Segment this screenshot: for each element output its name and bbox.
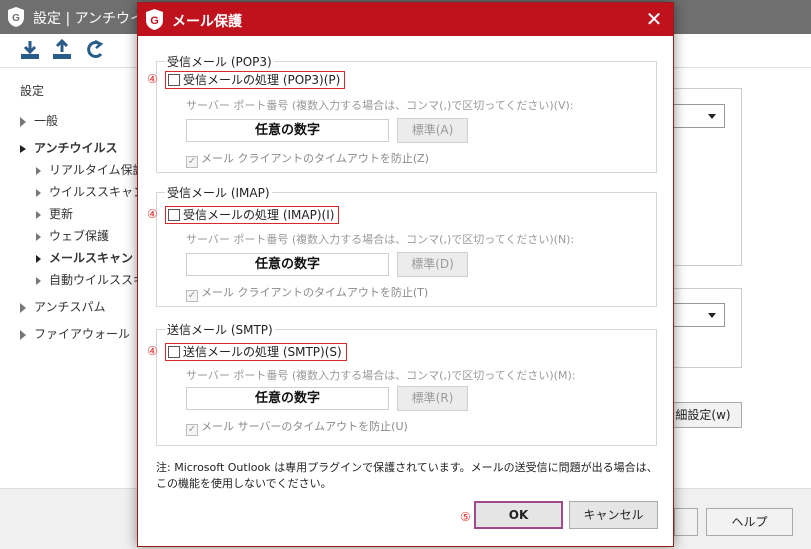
advanced-settings-button[interactable]: 細設定(w): [664, 402, 742, 428]
expand-arrow-icon: [36, 276, 41, 285]
pop3-group: 受信メール (POP3) ④ 受信メールの処理 (POP3)(P) サーバー ポ…: [147, 53, 657, 173]
expand-arrow-icon: [36, 232, 41, 241]
imap-timeout-checkbox[interactable]: ✓ メール クライアントのタイムアウトを防止(T): [186, 284, 428, 302]
mail-protection-dialog: G メール保護 ✕ 受信メール (POP3) ④ 受信メールの処理 (POP3)…: [137, 2, 674, 547]
nav-heading-settings: 設定: [20, 84, 45, 98]
checkbox-box: [168, 74, 180, 86]
checkmark-icon: ✓: [186, 424, 198, 436]
chevron-down-icon: [708, 114, 716, 119]
nav-item-realtime[interactable]: リアルタイム保護: [36, 161, 145, 178]
gdata-logo-icon: G: [146, 9, 163, 30]
expand-arrow-icon: [36, 188, 41, 197]
pop3-legend: 受信メール (POP3): [165, 53, 274, 70]
smtp-legend: 送信メール (SMTP): [165, 321, 275, 338]
svg-text:G: G: [12, 13, 20, 24]
ok-button[interactable]: OK: [474, 501, 563, 529]
cancel-button[interactable]: キャンセル: [569, 501, 658, 529]
imap-port-label: サーバー ポート番号 (複数入力する場合は、コンマ(,)で区切ってください)(N…: [186, 233, 575, 246]
svg-text:G: G: [150, 15, 159, 27]
nav-item-realtime-label: リアルタイム保護: [49, 163, 145, 177]
smtp-process-checkbox[interactable]: 送信メールの処理 (SMTP)(S): [165, 343, 347, 361]
close-icon[interactable]: ✕: [643, 8, 665, 30]
imap-standard-button[interactable]: 標準(D): [397, 252, 468, 277]
nav-item-general[interactable]: 一般: [20, 112, 58, 129]
nav-item-general-label: 一般: [34, 114, 59, 128]
checkbox-box: [168, 346, 180, 358]
nav-item-virusscan-label: ウイルススキャン: [49, 185, 146, 199]
dialog-titlebar: G メール保護 ✕: [138, 3, 673, 36]
imap-process-checkbox[interactable]: 受信メールの処理 (IMAP)(I): [165, 206, 340, 224]
imap-port-input[interactable]: 任意の数字: [186, 253, 389, 276]
expand-arrow-icon: [20, 329, 26, 340]
checkmark-icon: ✓: [186, 156, 198, 168]
smtp-port-label: サーバー ポート番号 (複数入力する場合は、コンマ(,)で区切ってください)(M…: [186, 369, 576, 382]
nav-item-antispam-label: アンチスパム: [34, 300, 106, 314]
step-marker-4: ④: [147, 344, 158, 358]
nav-item-update-label: 更新: [49, 207, 74, 221]
nav-item-firewall[interactable]: ファイアウォール: [20, 325, 130, 342]
nav-item-webprotect-label: ウェブ保護: [49, 229, 110, 243]
pop3-timeout-label: メール クライアントのタイムアウトを防止(Z): [201, 152, 429, 165]
imap-group: 受信メール (IMAP) ④ 受信メールの処理 (IMAP)(I) サーバー ポ…: [147, 184, 657, 307]
nav-item-antivirus[interactable]: アンチウイルス: [20, 139, 118, 156]
pop3-port-label: サーバー ポート番号 (複数入力する場合は、コンマ(,)で区切ってください)(V…: [186, 99, 574, 112]
background-dropdown-2[interactable]: [665, 303, 725, 327]
nav-item-mailscan[interactable]: メールスキャン: [36, 249, 133, 266]
pop3-process-label: 受信メールの処理 (POP3)(P): [183, 73, 341, 87]
expand-arrow-icon: [36, 166, 41, 175]
step-marker-4: ④: [147, 207, 158, 221]
upload-icon[interactable]: [50, 39, 74, 61]
expand-arrow-icon: [36, 254, 41, 263]
nav-item-firewall-label: ファイアウォール: [34, 327, 131, 341]
outlook-note: 注: Microsoft Outlook は専用プラグインで保護されています。メ…: [156, 461, 658, 490]
nav-item-antispam[interactable]: アンチスパム: [20, 298, 106, 315]
collapse-arrow-icon: [20, 144, 26, 153]
expand-arrow-icon: [20, 302, 26, 313]
nav-item-mailscan-label: メールスキャン: [49, 251, 134, 265]
pop3-timeout-checkbox[interactable]: ✓ メール クライアントのタイムアウトを防止(Z): [186, 150, 429, 168]
imap-legend: 受信メール (IMAP): [165, 184, 272, 201]
settings-navigation: 設定 一般 アンチウイルス リアルタイム保護 ウイルススキャン 更新 ウェブ保護…: [0, 68, 157, 488]
smtp-standard-button[interactable]: 標準(R): [397, 386, 468, 411]
nav-item-update[interactable]: 更新: [36, 205, 73, 222]
imap-timeout-label: メール クライアントのタイムアウトを防止(T): [201, 286, 429, 299]
background-footer-button[interactable]: [674, 508, 698, 536]
step-marker-4: ④: [147, 72, 158, 86]
nav-item-webprotect[interactable]: ウェブ保護: [36, 227, 109, 244]
checkbox-box: [168, 209, 180, 221]
smtp-timeout-label: メール サーバーのタイムアウトを防止(U): [201, 420, 408, 433]
smtp-timeout-checkbox[interactable]: ✓ メール サーバーのタイムアウトを防止(U): [186, 418, 408, 436]
help-button[interactable]: ヘルプ: [706, 508, 793, 536]
step-marker-5: ⑤: [460, 510, 471, 524]
pop3-standard-button[interactable]: 標準(A): [397, 118, 468, 143]
restore-icon[interactable]: [84, 39, 108, 61]
pop3-process-checkbox[interactable]: 受信メールの処理 (POP3)(P): [165, 71, 346, 89]
download-icon[interactable]: [18, 39, 42, 61]
nav-item-antivirus-label: アンチウイルス: [34, 141, 118, 155]
gdata-logo-icon: G: [8, 7, 24, 27]
smtp-port-input[interactable]: 任意の数字: [186, 387, 389, 410]
expand-arrow-icon: [36, 210, 41, 219]
dialog-title: メール保護: [172, 14, 242, 30]
imap-process-label: 受信メールの処理 (IMAP)(I): [183, 208, 335, 222]
smtp-process-label: 送信メールの処理 (SMTP)(S): [183, 345, 342, 359]
pop3-port-input[interactable]: 任意の数字: [186, 119, 389, 142]
expand-arrow-icon: [20, 116, 26, 127]
smtp-group: 送信メール (SMTP) ④ 送信メールの処理 (SMTP)(S) サーバー ポ…: [147, 321, 657, 446]
checkmark-icon: ✓: [186, 290, 198, 302]
chevron-down-icon: [708, 313, 716, 318]
nav-item-virusscan[interactable]: ウイルススキャン: [36, 183, 145, 200]
background-dropdown[interactable]: [665, 104, 725, 128]
